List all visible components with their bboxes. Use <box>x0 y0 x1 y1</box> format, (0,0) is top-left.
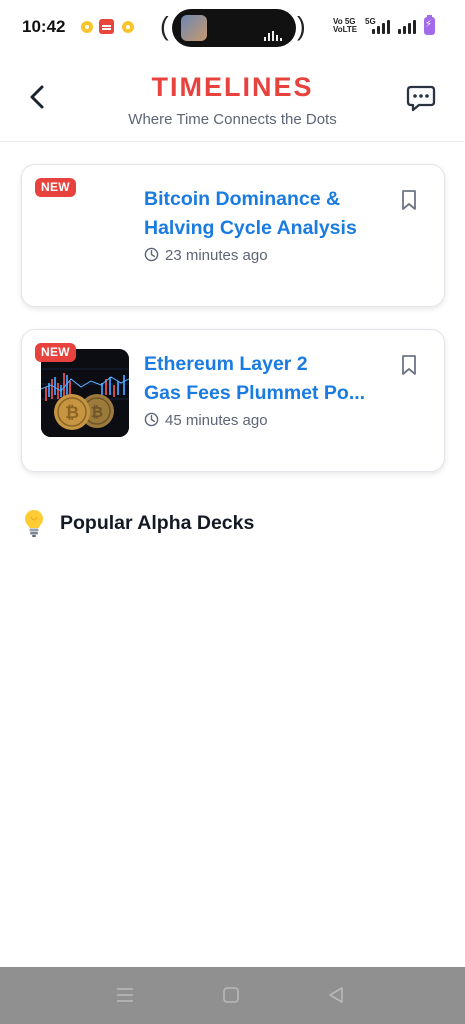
card-timestamp: 45 minutes ago <box>144 412 268 429</box>
bitcoin-coins-chart-image: ₿ ₿ <box>41 349 129 437</box>
card-title[interactable]: Ethereum Layer 2 Gas Fees Plummet Po... <box>144 350 384 408</box>
notification-dot-icon <box>81 21 93 33</box>
home-button[interactable] <box>221 985 241 1005</box>
media-pill[interactable] <box>172 9 296 47</box>
battery-charging-icon <box>424 15 435 35</box>
app-tagline: Where Time Connects the Dots <box>128 111 337 128</box>
back-nav-button[interactable] <box>326 985 346 1005</box>
clock-icon <box>144 412 159 427</box>
home-square-icon <box>223 987 239 1003</box>
status-time: 10:42 <box>22 17 66 36</box>
calendar-app-icon <box>99 19 114 34</box>
bookmark-icon <box>402 190 416 210</box>
lightbulb-icon <box>25 510 43 537</box>
audio-wave-icon <box>264 23 286 41</box>
timeline-card[interactable]: NEW Bitcoin Dominance & Halving Cycle An… <box>21 164 445 307</box>
app-header: TIMELINES Where Time Connects the Dots <box>0 56 465 142</box>
clock-icon <box>144 247 159 262</box>
network-label: Vo 5G VoLTE <box>333 17 358 34</box>
card-title[interactable]: Bitcoin Dominance & Halving Cycle Analys… <box>144 185 384 243</box>
svg-text:₿: ₿ <box>65 403 79 423</box>
bookmark-icon <box>402 355 416 375</box>
section-title: Popular Alpha Decks <box>60 512 255 534</box>
new-badge: NEW <box>35 178 76 197</box>
back-triangle-icon <box>329 987 343 1003</box>
bookmark-button[interactable] <box>400 354 418 376</box>
svg-text:₿: ₿ <box>91 403 103 421</box>
menu-icon <box>117 988 133 1002</box>
new-badge: NEW <box>35 343 76 362</box>
chat-button[interactable] <box>405 82 437 114</box>
chat-bubble-icon <box>406 85 436 112</box>
system-nav-bar <box>0 967 465 1024</box>
signal-strength-icon <box>398 20 416 34</box>
signal-strength-icon <box>372 20 390 34</box>
card-timestamp: 23 minutes ago <box>144 247 268 264</box>
notification-dot-icon <box>122 21 134 33</box>
timeline-card[interactable]: NEW ₿ ₿ Ethereum Layer 2 Gas Fees Plumme… <box>21 329 445 472</box>
recents-button[interactable] <box>115 985 135 1005</box>
status-bar: 10:42 ( ) Vo 5G VoLTE 5G <box>0 0 465 56</box>
album-art-icon <box>181 15 207 41</box>
app-brand-title: TIMELINES <box>151 72 314 102</box>
dynamic-island[interactable]: ( ) <box>160 9 306 47</box>
bookmark-button[interactable] <box>400 189 418 211</box>
